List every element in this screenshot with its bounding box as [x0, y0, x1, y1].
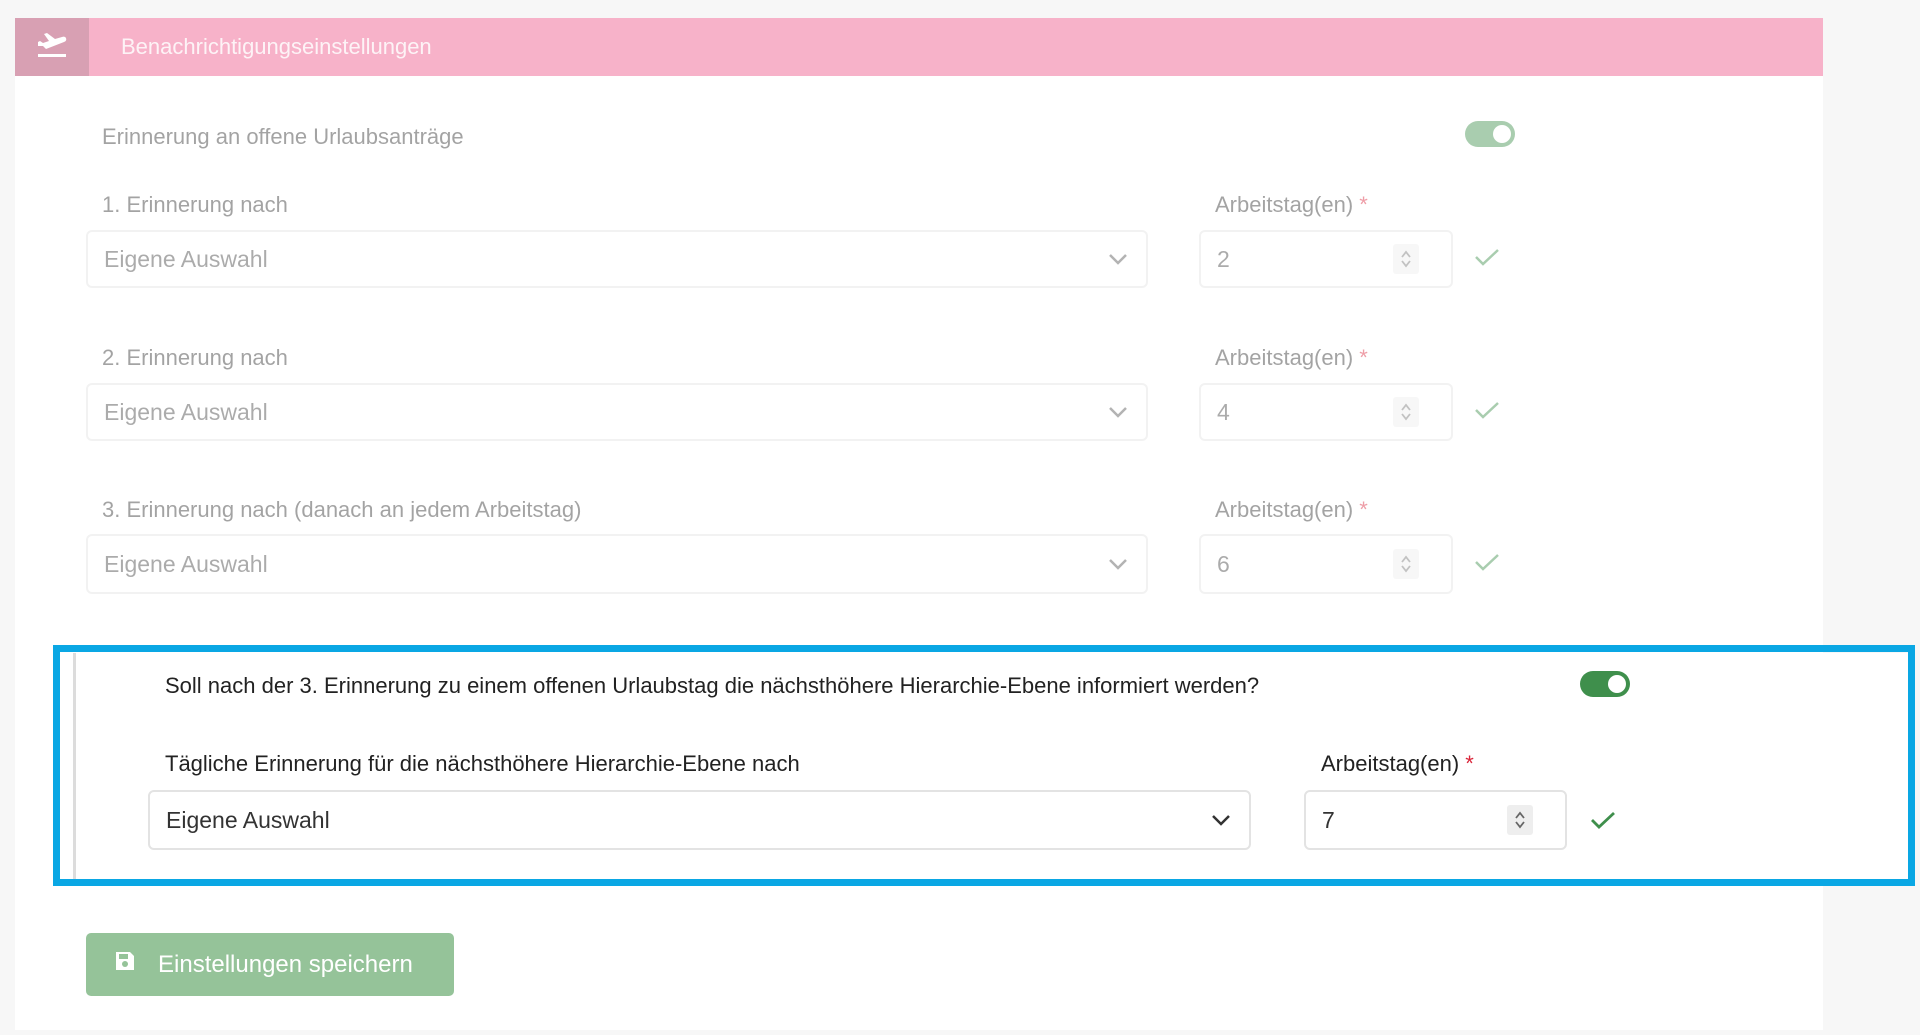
escalation-toggle[interactable] — [1580, 671, 1630, 697]
airplane-departure-icon — [35, 30, 69, 65]
reminder-2-select[interactable]: Eigene Auswahl — [86, 383, 1148, 441]
escalation-days-label: Arbeitstag(en) * — [1321, 751, 1474, 776]
check-icon — [1474, 552, 1500, 577]
reminder-1-label: 1. Erinnerung nach — [102, 192, 288, 217]
reminder-3-select-value: Eigene Auswahl — [104, 551, 268, 577]
card-header: Benachrichtigungseinstellungen — [15, 18, 1823, 76]
check-icon — [1474, 247, 1500, 272]
reminder-1-days-label: Arbeitstag(en) * — [1215, 192, 1368, 217]
reminder-1-select-value: Eigene Auswahl — [104, 246, 268, 272]
reminder-3-label: 3. Erinnerung nach (danach an jedem Arbe… — [102, 497, 582, 522]
chevron-down-icon — [1211, 792, 1231, 848]
header-icon-box — [15, 18, 89, 76]
chevron-down-icon — [1108, 536, 1128, 592]
reminder-2-days-input[interactable]: 4 — [1199, 383, 1453, 441]
save-icon — [114, 950, 136, 979]
reminder-1-select[interactable]: Eigene Auswahl — [86, 230, 1148, 288]
save-settings-button[interactable]: Einstellungen speichern — [86, 933, 454, 996]
escalation-days-value: 7 — [1322, 807, 1335, 833]
reminder-3-days-input[interactable]: 6 — [1199, 534, 1453, 594]
reminder-1-days-input[interactable]: 2 — [1199, 230, 1453, 288]
save-button-label: Einstellungen speichern — [158, 950, 413, 978]
reminder-2-select-value: Eigene Auswahl — [104, 399, 268, 425]
reminder-3-days-value: 6 — [1217, 551, 1230, 577]
reminder-3-days-label: Arbeitstag(en) * — [1215, 497, 1368, 522]
escalation-question: Soll nach der 3. Erinnerung zu einem off… — [165, 673, 1260, 698]
reminder-3-select[interactable]: Eigene Auswahl — [86, 534, 1148, 594]
reminder-2-days-value: 4 — [1217, 399, 1230, 425]
page-title: Benachrichtigungseinstellungen — [121, 34, 432, 59]
number-spinner-icon[interactable] — [1393, 549, 1419, 579]
reminder-1-days-value: 2 — [1217, 246, 1230, 272]
number-spinner-icon[interactable] — [1393, 244, 1419, 274]
toggle-knob — [1608, 675, 1626, 693]
check-icon — [1590, 810, 1616, 835]
reminder-toggle[interactable] — [1465, 121, 1515, 147]
chevron-down-icon — [1108, 232, 1128, 286]
reminder-2-days-label: Arbeitstag(en) * — [1215, 345, 1368, 370]
number-spinner-icon[interactable] — [1393, 397, 1419, 427]
reminder-toggle-label: Erinnerung an offene Urlaubsanträge — [102, 124, 464, 149]
chevron-down-icon — [1108, 385, 1128, 439]
number-spinner-icon[interactable] — [1507, 805, 1533, 835]
toggle-knob — [1493, 125, 1511, 143]
escalation-select-value: Eigene Auswahl — [166, 807, 330, 833]
reminder-2-label: 2. Erinnerung nach — [102, 345, 288, 370]
daily-reminder-label: Tägliche Erinnerung für die nächsthöhere… — [165, 751, 800, 776]
escalation-select[interactable]: Eigene Auswahl — [148, 790, 1251, 850]
check-icon — [1474, 400, 1500, 425]
escalation-days-input[interactable]: 7 — [1304, 790, 1567, 850]
